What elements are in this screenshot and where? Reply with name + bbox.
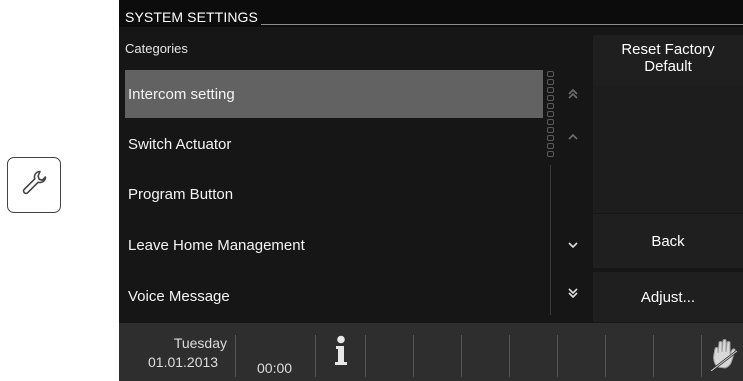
chevron-up-icon <box>566 129 580 147</box>
back-button[interactable]: Back <box>593 214 743 268</box>
list-item-program-button[interactable]: Program Button <box>125 170 543 218</box>
list-item-label: Program Button <box>128 185 234 203</box>
back-label: Back <box>651 232 685 250</box>
scroll-segment <box>547 135 554 141</box>
status-separator <box>653 335 654 377</box>
list-item-intercom-setting[interactable]: Intercom setting <box>125 70 543 118</box>
scroll-segment <box>547 143 554 149</box>
status-separator <box>461 335 462 377</box>
list-item-leave-home-management[interactable]: Leave Home Management <box>125 221 543 269</box>
status-date: 01.01.2013 <box>148 354 219 370</box>
status-separator <box>605 335 606 377</box>
status-separator <box>413 335 414 377</box>
page-down-button[interactable] <box>559 283 587 307</box>
status-separator <box>235 335 236 377</box>
status-separator <box>365 335 366 377</box>
list-item-label: Voice Message <box>128 287 230 305</box>
title-bar: SYSTEM SETTINGS <box>119 0 743 27</box>
scroll-segment <box>547 127 554 133</box>
scroll-segment <box>547 103 554 109</box>
status-bar: Tuesday 01.01.2013 00:00 <box>119 323 743 381</box>
double-chevron-down-icon <box>566 286 580 305</box>
status-separator <box>315 335 316 377</box>
double-chevron-up-icon <box>566 87 580 106</box>
status-time: 00:00 <box>257 360 293 376</box>
status-separator <box>701 335 702 377</box>
chevron-down-icon <box>566 237 580 255</box>
adjust-button[interactable]: Adjust... <box>593 272 743 322</box>
page-title: SYSTEM SETTINGS <box>125 9 258 25</box>
status-separator <box>557 335 558 377</box>
list-item-switch-actuator[interactable]: Switch Actuator <box>125 120 543 168</box>
list-item-label: Intercom setting <box>128 85 235 103</box>
hand-icon[interactable] <box>709 337 739 372</box>
reset-label-line1: Reset Factory <box>621 41 715 58</box>
scrollbar[interactable] <box>545 71 557 165</box>
list-heading: Categories <box>125 41 188 56</box>
wrench-icon <box>19 168 49 203</box>
device-screen: SYSTEM SETTINGS Categories Intercom sett… <box>119 0 743 381</box>
scroll-segment <box>547 71 554 77</box>
title-divider <box>261 24 743 25</box>
list-item-voice-message[interactable]: Voice Message <box>125 272 543 320</box>
scroll-segment <box>547 87 554 93</box>
info-icon[interactable] <box>331 335 351 365</box>
reset-label-line2: Default <box>644 58 692 75</box>
page-up-button[interactable] <box>559 84 587 108</box>
status-separator <box>509 335 510 377</box>
list-item-label: Leave Home Management <box>128 236 305 254</box>
reset-factory-default-button[interactable]: Reset Factory Default <box>593 35 743 85</box>
button-panel-spacer <box>593 85 743 213</box>
scroll-track <box>550 165 551 315</box>
scroll-segment <box>547 119 554 125</box>
line-up-button[interactable] <box>559 126 587 150</box>
scroll-segment <box>547 111 554 117</box>
line-down-button[interactable] <box>559 234 587 258</box>
adjust-label: Adjust... <box>640 288 696 306</box>
list-item-label: Switch Actuator <box>128 135 232 153</box>
scroll-segment <box>547 151 554 157</box>
settings-tool-tile[interactable] <box>7 157 61 213</box>
scroll-segment <box>547 95 554 101</box>
scroll-segment <box>547 79 554 85</box>
status-day: Tuesday <box>173 335 227 351</box>
